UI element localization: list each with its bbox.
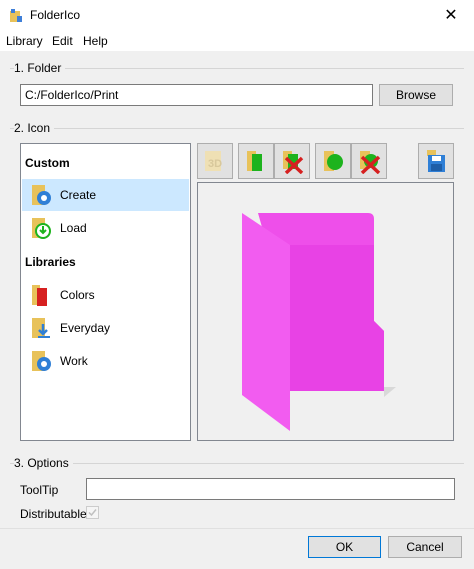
list-item-everyday[interactable]: Everyday [22, 312, 189, 344]
folder-group-label: 1. Folder [14, 61, 66, 75]
folder-group-divider [10, 68, 464, 69]
tooltip-input[interactable] [86, 478, 455, 500]
apply-button[interactable] [238, 143, 274, 179]
remove-icon [283, 151, 304, 174]
ok-button[interactable]: OK [308, 536, 381, 558]
icon-group-divider [10, 128, 464, 129]
menu-edit[interactable]: Edit [52, 34, 73, 48]
everyday-folder-icon [32, 318, 50, 338]
apply-overlay-icon [324, 151, 343, 171]
list-item-colors[interactable]: Colors [22, 279, 189, 311]
browse-button[interactable]: Browse [379, 84, 453, 106]
app-folder-icon [10, 9, 22, 22]
list-item-create[interactable]: Create [22, 179, 189, 211]
gear-folder-icon [32, 185, 51, 205]
3d-icon: 3D [205, 151, 222, 171]
tooltip-label: ToolTip [20, 483, 59, 497]
category-custom: Custom [25, 156, 70, 170]
list-item-label: Load [60, 221, 87, 235]
menu-help[interactable]: Help [83, 34, 108, 48]
distributable-checkbox[interactable] [86, 506, 99, 519]
remove-overlay-button[interactable] [351, 143, 387, 179]
icon-source-list[interactable]: Custom Create Load Libraries Colors Ever… [20, 143, 191, 441]
list-item-label: Work [60, 354, 88, 368]
apply-icon [247, 151, 262, 171]
work-folder-icon [32, 351, 51, 371]
list-item-label: Everyday [60, 321, 111, 335]
list-item-load[interactable]: Load [22, 212, 189, 244]
options-group-divider [10, 463, 464, 464]
menu-bar: Library Edit Help [0, 31, 474, 51]
footer-divider [0, 528, 474, 529]
save-button[interactable] [418, 143, 454, 179]
folder-preview-icon [242, 213, 396, 431]
cancel-button[interactable]: Cancel [388, 536, 462, 558]
save-icon [427, 150, 445, 172]
remove-overlay-icon [360, 151, 381, 174]
list-item-label: Create [60, 188, 97, 202]
category-libraries: Libraries [25, 255, 76, 269]
svg-text:3D: 3D [208, 158, 222, 170]
list-item-label: Colors [60, 288, 95, 302]
window-title: FolderIco [30, 8, 81, 22]
title-bar: FolderIco ✕ [0, 0, 474, 31]
apply-overlay-button[interactable] [315, 143, 351, 179]
colors-folder-icon [32, 285, 47, 306]
checkmark-icon [88, 509, 97, 517]
options-group-label: 3. Options [14, 456, 73, 470]
folder-path-input[interactable]: C:/FolderIco/Print [20, 84, 373, 106]
menu-library[interactable]: Library [6, 34, 43, 48]
close-icon[interactable]: ✕ [428, 0, 474, 31]
icon-group-label: 2. Icon [14, 121, 55, 135]
3d-button[interactable]: 3D [197, 143, 233, 179]
list-item-work[interactable]: Work [22, 345, 189, 377]
load-icon [32, 218, 51, 239]
icon-preview [197, 182, 454, 441]
distributable-label: Distributable [20, 507, 87, 521]
remove-button[interactable] [274, 143, 310, 179]
